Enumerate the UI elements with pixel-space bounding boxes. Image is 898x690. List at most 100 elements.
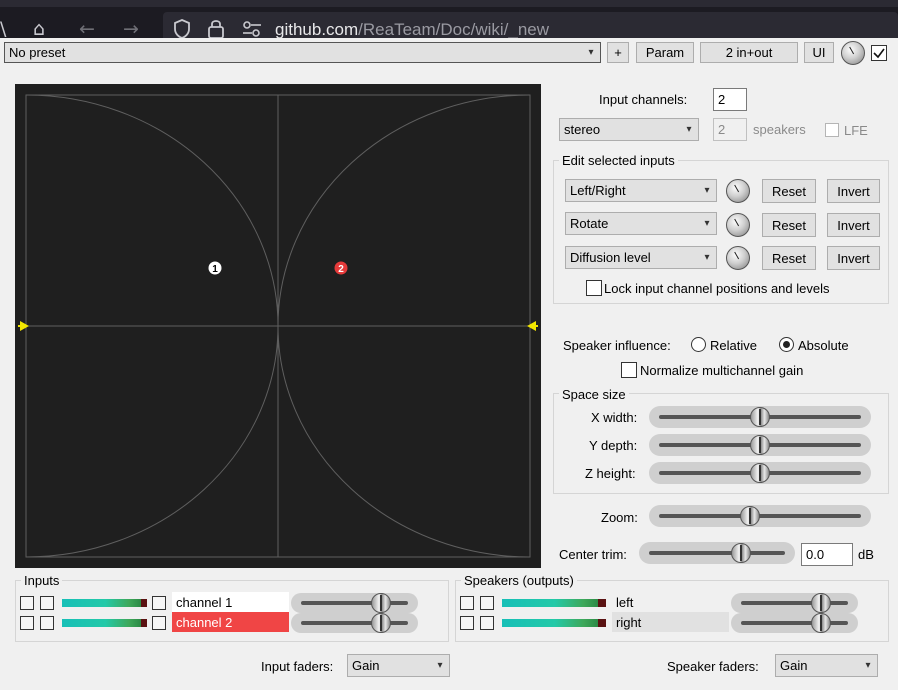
lfe-checkbox <box>825 123 839 137</box>
input-2-select-toggle[interactable] <box>152 616 166 630</box>
input-1-mute-toggle[interactable] <box>20 596 34 610</box>
input-channels-field[interactable]: 2 <box>713 88 747 111</box>
center-trim-field[interactable]: 0.0 <box>801 543 853 566</box>
input-point-2[interactable]: 2 <box>334 261 348 276</box>
speaker-2-name[interactable]: right <box>612 612 729 632</box>
speaker-1-mute-toggle[interactable] <box>460 596 474 610</box>
speaker-1-name[interactable]: left <box>612 592 729 612</box>
layout-value: stereo <box>564 122 601 137</box>
surround-panner-view[interactable]: 1 2 <box>15 84 541 568</box>
home-icon[interactable]: ⌂ <box>33 20 45 39</box>
edit-param-dropdown-2[interactable]: Rotate ▾ <box>565 212 717 235</box>
ui-button[interactable]: UI <box>804 42 834 63</box>
input-1-solo-toggle[interactable] <box>40 596 54 610</box>
forward-icon[interactable]: → <box>123 20 139 39</box>
speaker-influence-label: Speaker influence: <box>563 338 671 353</box>
input-1-meter <box>62 599 141 607</box>
normalize-gain-checkbox[interactable] <box>621 362 637 378</box>
tab-edge-icon: \ <box>0 18 7 39</box>
input-1-name[interactable]: channel 1 <box>172 592 289 612</box>
center-trim-thumb[interactable] <box>731 543 752 563</box>
speaker-2-fader[interactable] <box>731 613 858 633</box>
input-1-select-toggle[interactable] <box>152 596 166 610</box>
speaker-1-meter-clip <box>598 599 606 607</box>
absolute-radio[interactable] <box>779 337 794 352</box>
preset-value: No preset <box>9 45 66 60</box>
input-2-fader[interactable] <box>291 613 418 633</box>
edit-knob-1[interactable] <box>726 179 750 203</box>
speaker-2-mute-toggle[interactable] <box>460 616 474 630</box>
lock-positions-checkbox[interactable] <box>586 280 602 296</box>
zoom-label: Zoom: <box>601 510 638 525</box>
x-width-slider[interactable] <box>649 406 871 428</box>
speaker-1-fader-thumb[interactable] <box>811 593 832 613</box>
space-size-title: Space size <box>559 387 629 402</box>
inputs-title: Inputs <box>21 573 63 588</box>
input-2-name[interactable]: channel 2 <box>172 612 289 632</box>
reset-button-2[interactable]: Reset <box>762 213 816 237</box>
param-button[interactable]: Param <box>636 42 694 63</box>
speakers-label: speakers <box>753 122 806 137</box>
input-1-meter-clip <box>141 599 147 607</box>
add-preset-button[interactable]: + <box>607 42 629 63</box>
speaker-1-solo-toggle[interactable] <box>480 596 494 610</box>
shield-icon[interactable] <box>173 19 191 38</box>
input-point-1-label: 1 <box>212 264 218 275</box>
input-faders-value: Gain <box>352 658 380 673</box>
y-depth-thumb[interactable] <box>750 435 770 455</box>
x-width-label: X width: <box>591 410 638 425</box>
invert-button-3[interactable]: Invert <box>827 246 880 270</box>
center-trim-track <box>649 551 785 555</box>
speaker-1-fader[interactable] <box>731 593 858 613</box>
io-routing-button[interactable]: 2 in+out <box>700 42 798 63</box>
input-1-fader-track <box>301 601 408 605</box>
preset-dropdown[interactable]: No preset ▾ <box>4 42 601 63</box>
speaker-2-solo-toggle[interactable] <box>480 616 494 630</box>
center-trim-slider[interactable] <box>639 542 795 564</box>
wet-knob[interactable] <box>841 41 865 65</box>
center-trim-label: Center trim: <box>559 547 627 562</box>
layout-dropdown[interactable]: stereo ▾ <box>559 118 699 141</box>
speaker-2-meter-clip <box>598 619 606 627</box>
tab-strip <box>0 0 898 7</box>
edit-param-dropdown-1[interactable]: Left/Right ▾ <box>565 179 717 202</box>
lock-icon[interactable] <box>207 18 225 38</box>
relative-radio[interactable] <box>691 337 706 352</box>
permissions-icon[interactable] <box>242 21 262 37</box>
speakers-title: Speakers (outputs) <box>461 573 577 588</box>
z-height-slider[interactable] <box>649 462 871 484</box>
checkmark-icon <box>873 48 885 59</box>
zoom-slider[interactable] <box>649 505 871 527</box>
edit-knob-3[interactable] <box>726 246 750 270</box>
chevron-down-icon: ▾ <box>588 47 594 58</box>
invert-button-2[interactable]: Invert <box>827 213 880 237</box>
input-faders-dropdown[interactable]: Gain ▾ <box>347 654 450 677</box>
url-text[interactable]: github.com/ReaTeam/Doc/wiki/_new <box>275 20 549 38</box>
reset-button-1[interactable]: Reset <box>762 179 816 203</box>
z-height-thumb[interactable] <box>750 463 770 483</box>
input-point-1[interactable]: 1 <box>208 261 222 276</box>
relative-label: Relative <box>710 338 757 353</box>
reset-button-3[interactable]: Reset <box>762 246 816 270</box>
back-icon[interactable]: ← <box>79 20 95 39</box>
input-2-mute-toggle[interactable] <box>20 616 34 630</box>
edit-knob-2[interactable] <box>726 213 750 237</box>
speaker-faders-dropdown[interactable]: Gain ▾ <box>775 654 878 677</box>
input-2-solo-toggle[interactable] <box>40 616 54 630</box>
x-width-thumb[interactable] <box>750 407 770 427</box>
normalize-gain-label: Normalize multichannel gain <box>640 363 804 378</box>
zoom-thumb[interactable] <box>739 506 760 526</box>
edit-param-dropdown-3[interactable]: Diffusion level ▾ <box>565 246 717 269</box>
bypass-checkbox[interactable] <box>871 45 887 61</box>
input-2-fader-track <box>301 621 408 625</box>
speakers-count-field: 2 <box>713 118 747 141</box>
input-2-fader-thumb[interactable] <box>371 613 392 633</box>
panner-canvas[interactable]: 1 2 <box>15 84 541 568</box>
input-1-fader[interactable] <box>291 593 418 613</box>
lock-positions-label: Lock input channel positions and levels <box>604 281 830 296</box>
speaker-2-fader-thumb[interactable] <box>811 613 832 633</box>
y-depth-label: Y depth: <box>589 438 638 453</box>
y-depth-slider[interactable] <box>649 434 871 456</box>
invert-button-1[interactable]: Invert <box>827 179 880 203</box>
input-1-fader-thumb[interactable] <box>371 593 392 613</box>
